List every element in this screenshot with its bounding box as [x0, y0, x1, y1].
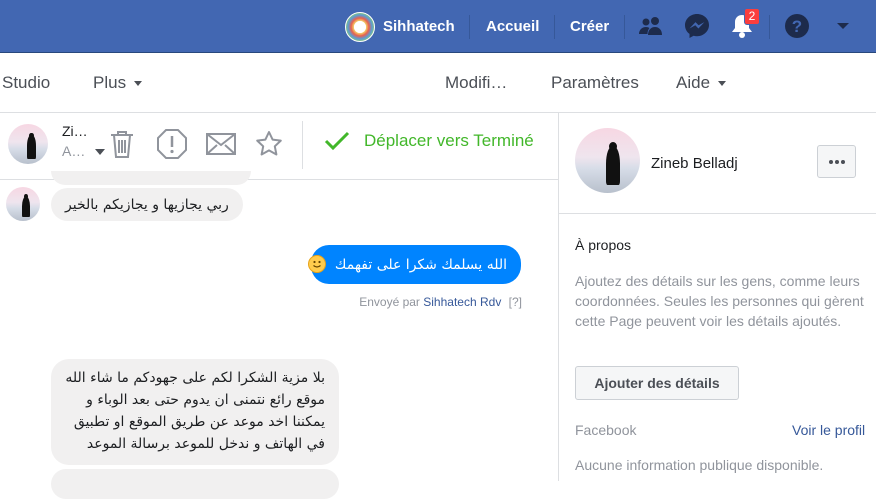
friends-icon[interactable] — [637, 12, 665, 40]
top-navigation-bar: Sihhatech Accueil Créer 2 ? — [0, 0, 876, 53]
notification-count-badge: 2 — [744, 8, 760, 25]
message-bubble-partial — [51, 171, 251, 185]
more-label: Plus — [93, 73, 127, 92]
outgoing-message-text: الله يسلمك شكرا على تفهمك — [334, 257, 507, 273]
page-name: Sihhatech — [383, 18, 455, 35]
profile-avatar[interactable] — [575, 128, 640, 193]
star-icon[interactable] — [253, 127, 285, 161]
page-switcher[interactable]: Sihhatech — [345, 0, 455, 53]
contact-info-panel: Zineb Belladj À propos Ajoutez des détai… — [558, 113, 876, 481]
conversation-header: Zi… A… Déplacer vers Terminé — [0, 113, 558, 180]
profile-name[interactable]: Zineb Belladj — [651, 155, 738, 172]
page-subnavigation: Studio Plus Modifi… Paramètres Aide — [0, 54, 876, 113]
messenger-icon[interactable] — [683, 12, 711, 40]
divider — [554, 15, 555, 39]
home-link[interactable]: Accueil — [486, 0, 539, 53]
help-icon[interactable]: ? — [783, 12, 811, 40]
move-to-done-label: Déplacer vers Terminé — [364, 131, 534, 150]
caret-down-icon — [134, 80, 143, 86]
svg-text:?: ? — [792, 17, 802, 36]
message-line: في الهاتف و ندخل للموعد برسالة الموعد — [86, 436, 325, 452]
no-public-info-text: Aucune information publique disponible. — [575, 457, 824, 473]
contact-card: Zineb Belladj — [559, 113, 876, 214]
page-avatar — [345, 11, 375, 42]
caret-down-icon — [718, 80, 727, 86]
account-menu-chevron-down-icon[interactable] — [829, 12, 857, 40]
help-label: Aide — [676, 73, 711, 92]
move-to-done-button[interactable]: Déplacer vers Terminé — [324, 131, 534, 151]
settings-tab[interactable]: Paramètres — [551, 54, 639, 112]
about-heading: À propos — [575, 237, 632, 253]
message-line: يمكننا اخد موعد عن طريق الموقع او تطبيق — [73, 414, 325, 430]
sent-by-link[interactable]: Sihhatech Rdv — [423, 295, 501, 309]
about-description: Ajoutez des détails sur les gens, comme … — [575, 273, 864, 329]
message-line: موقع رائع نتمنى ان يدوم حتى بعد الوباء و — [86, 392, 325, 408]
contact-avatar[interactable] — [8, 124, 48, 164]
contact-avatar[interactable] — [6, 187, 40, 221]
mark-spam-exclamation-icon[interactable] — [156, 127, 188, 161]
more-options-button[interactable] — [817, 145, 856, 178]
contact-menu-caret-icon[interactable] — [95, 149, 105, 155]
message-line: بلا مزية الشكرا لكم على جهودكم ما شاء ال… — [65, 370, 325, 386]
edit-page-tab[interactable]: Modifi… — [445, 54, 507, 112]
studio-tab[interactable]: Studio — [2, 54, 50, 112]
sent-by-prefix: Envoyé par — [359, 295, 420, 309]
divider — [469, 15, 470, 39]
sent-by-help[interactable]: [?] — [509, 295, 522, 309]
checkmark-icon — [324, 131, 350, 151]
add-details-button[interactable]: Ajouter des détails — [575, 366, 739, 400]
create-link[interactable]: Créer — [570, 0, 609, 53]
outgoing-message[interactable]: الله يسلمك شكرا على تفهمك — [308, 245, 521, 284]
divider — [624, 15, 625, 39]
view-profile-link[interactable]: Voir le profil — [792, 422, 865, 438]
incoming-message-multiline[interactable]: بلا مزية الشكرا لكم على جهودكم ما شاء ال… — [51, 359, 339, 465]
help-dropdown[interactable]: Aide — [676, 54, 727, 112]
delete-trash-icon[interactable] — [106, 127, 138, 161]
divider — [769, 15, 770, 39]
divider — [302, 121, 303, 169]
contact-name[interactable]: Zi… — [62, 123, 88, 139]
more-dropdown[interactable]: Plus — [93, 54, 143, 112]
incoming-message[interactable]: ربي يجازيها و يجازيكم بالخير — [51, 188, 243, 221]
facebook-label: Facebook — [575, 422, 637, 438]
contact-subtitle: A… — [62, 143, 86, 159]
smiley-emoji-icon — [308, 255, 327, 273]
sent-by-note: Envoyé par Sihhatech Rdv [?] — [359, 295, 522, 309]
mark-unread-envelope-icon[interactable] — [205, 127, 237, 161]
message-thread: ربي يجازيها و يجازيكم بالخير الله يسلمك … — [0, 171, 558, 499]
message-bubble-partial — [51, 469, 339, 499]
